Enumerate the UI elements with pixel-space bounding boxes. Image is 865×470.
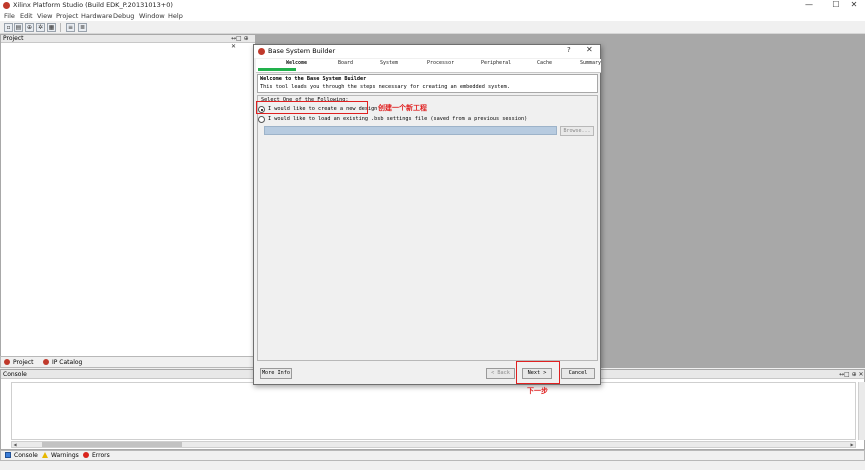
welcome-description: This tool leads you through the steps ne… — [260, 84, 510, 90]
ip-catalog-icon — [43, 359, 49, 365]
tab-console-label: Console — [14, 452, 38, 459]
toolbar-separator — [60, 23, 61, 32]
step-welcome: Welcome — [286, 60, 308, 66]
step-summary: Summary — [580, 60, 602, 66]
step-board: Board — [338, 60, 354, 66]
tab-project-label: Project — [13, 359, 34, 366]
dialog-titlebar: Base System Builder ? ✕ — [254, 45, 600, 58]
welcome-info-box: Welcome to the Base System Builder This … — [257, 74, 598, 93]
step-system: System — [380, 60, 399, 66]
xilinx-logo-icon — [3, 2, 10, 9]
menu-bar: File Edit View Project Hardware Debug Wi… — [0, 11, 865, 21]
status-bar — [0, 461, 865, 470]
console-panel-controls[interactable]: ↔□ ⊕ ✕ — [839, 370, 864, 379]
settings-icon[interactable]: ✲ — [36, 23, 45, 32]
toolbar: ▫ ▤ ⊕ ✲ ▦ ≡ ≣ — [0, 21, 865, 34]
scrollbar-thumb[interactable] — [42, 442, 182, 447]
console-tabs: Console Warnings Errors — [0, 450, 865, 461]
open-project-icon[interactable]: ▤ — [14, 23, 23, 32]
scroll-right-icon[interactable]: ▶ — [849, 442, 855, 447]
annotation-next-step: 下一步 — [527, 387, 548, 395]
dialog-app-icon — [258, 48, 265, 55]
project-panel-header: Project ↔□ ⊕ ✕ — [1, 35, 255, 50]
scroll-left-icon[interactable]: ◀ — [12, 442, 18, 447]
menu-debug[interactable]: Debug — [113, 12, 134, 20]
annotation-create-project: 创建一个新工程 — [378, 104, 427, 112]
new-project-icon[interactable]: ▫ — [4, 23, 13, 32]
tab-ip-catalog[interactable]: IP Catalog — [43, 357, 82, 368]
option-load-existing-label: I would like to load an existing .bsb se… — [268, 116, 528, 122]
tab-errors[interactable]: Errors — [83, 451, 110, 461]
base-system-builder-dialog: Base System Builder ? ✕ Welcome Board Sy… — [253, 44, 601, 385]
help-button[interactable]: ? — [567, 46, 571, 54]
dialog-close-button[interactable]: ✕ — [586, 45, 593, 54]
tab-project[interactable]: Project — [4, 357, 34, 368]
console-icon — [5, 452, 11, 458]
panel-controls[interactable]: ↔□ ⊕ ✕ — [231, 35, 255, 51]
menu-hardware[interactable]: Hardware — [81, 12, 112, 20]
step-processor: Processor — [427, 60, 455, 66]
browse-button[interactable]: Browse... — [560, 126, 594, 136]
align-right-icon[interactable]: ≣ — [78, 23, 87, 32]
menu-window[interactable]: Window — [139, 12, 165, 20]
console-output[interactable] — [11, 382, 856, 440]
step-peripheral: Peripheral — [481, 60, 512, 66]
align-left-icon[interactable]: ≡ — [66, 23, 75, 32]
wizard-progress-bar — [258, 68, 296, 71]
warning-icon — [42, 452, 48, 458]
menu-help[interactable]: Help — [168, 12, 183, 20]
console-panel-title: Console — [3, 371, 27, 378]
dialog-title: Base System Builder — [268, 47, 336, 55]
project-panel: Project ↔□ ⊕ ✕ — [0, 34, 256, 368]
zoom-icon[interactable]: ⊕ — [25, 23, 34, 32]
menu-view[interactable]: View — [37, 12, 52, 20]
bsb-file-path-input[interactable] — [264, 126, 557, 135]
menu-edit[interactable]: Edit — [20, 12, 33, 20]
tab-console[interactable]: Console — [5, 451, 38, 461]
tab-errors-label: Errors — [92, 452, 110, 459]
welcome-title: Welcome to the Base System Builder — [260, 76, 367, 82]
minimize-button[interactable]: — — [798, 0, 820, 11]
tab-warnings-label: Warnings — [51, 452, 79, 459]
app-title: Xilinx Platform Studio (Build EDK_P.2013… — [13, 1, 173, 9]
tab-warnings[interactable]: Warnings — [42, 451, 79, 461]
project-icon — [4, 359, 10, 365]
vertical-scrollbar[interactable] — [858, 382, 865, 440]
highlight-next — [516, 361, 560, 384]
app-titlebar: Xilinx Platform Studio (Build EDK_P.2013… — [0, 0, 865, 11]
grid-icon[interactable]: ▦ — [47, 23, 56, 32]
wizard-steps: Welcome Board System Processor Periphera… — [256, 59, 601, 73]
tab-ip-catalog-label: IP Catalog — [52, 359, 83, 366]
cancel-button[interactable]: Cancel — [561, 368, 595, 379]
project-panel-title: Project — [3, 35, 24, 42]
horizontal-scrollbar[interactable]: ◀ ▶ — [11, 441, 856, 448]
menu-file[interactable]: File — [4, 12, 15, 20]
close-button[interactable]: ✕ — [843, 0, 865, 11]
project-panel-tabs: Project IP Catalog — [0, 356, 256, 368]
highlight-create-new — [256, 101, 368, 114]
step-cache: Cache — [537, 60, 553, 66]
radio-load-existing[interactable] — [258, 116, 265, 123]
menu-project[interactable]: Project — [56, 12, 78, 20]
error-icon — [83, 452, 89, 458]
more-info-button[interactable]: More Info — [260, 368, 292, 379]
back-button[interactable]: < Back — [486, 368, 515, 379]
